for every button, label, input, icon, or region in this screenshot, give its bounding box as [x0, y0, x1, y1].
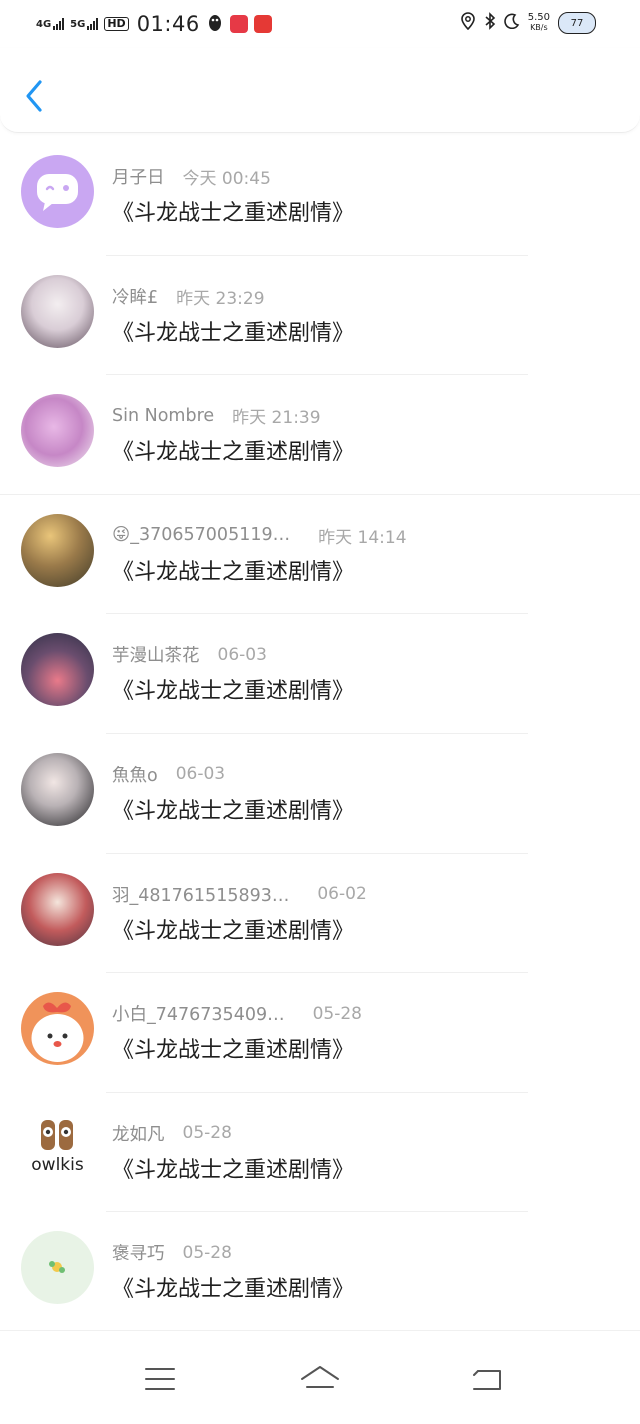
clock: 01:46: [136, 12, 200, 36]
sender-name: 羽_481761515893…: [112, 885, 290, 906]
back-button[interactable]: [20, 78, 50, 114]
flower-icon: [49, 1261, 65, 1274]
moon-icon: [504, 13, 520, 33]
message-item[interactable]: 月子日 今天 00:45 《斗龙战士之重述剧情》: [0, 136, 640, 256]
message-text: 《斗龙战士之重述剧情》: [112, 1157, 355, 1183]
sender-name: 褒寻巧: [112, 1244, 165, 1265]
avatar[interactable]: [21, 752, 94, 826]
hd-badge: HD: [104, 17, 129, 31]
sender-name: 月子日: [112, 168, 165, 188]
message-time: 昨天 14:14: [318, 527, 407, 548]
chat-bubble-icon: [37, 174, 78, 211]
sender-name: 魚魚o: [112, 765, 158, 786]
toutiao-icon: [253, 15, 272, 33]
message-text: 《斗龙战士之重述剧情》: [112, 798, 355, 824]
name-row: 月子日 今天 00:45: [112, 164, 271, 189]
net-label-1: 4G: [36, 19, 52, 30]
app-notification-icon: [229, 15, 248, 33]
avatar[interactable]: [21, 513, 94, 587]
sender-name: 😜_370657005119…: [112, 525, 291, 546]
message-item[interactable]: 小白_7476735409… 05-28 《斗龙战士之重述剧情》: [0, 973, 640, 1093]
name-row: 龙如凡 05-28: [112, 1121, 232, 1146]
message-text: 《斗龙战士之重述剧情》: [112, 201, 355, 226]
location-icon: [460, 12, 476, 34]
message-text: 《斗龙战士之重述剧情》: [112, 679, 355, 705]
bluetooth-icon: [484, 12, 496, 34]
status-right: 5.50 KB/s 77: [460, 12, 596, 34]
avatar[interactable]: [21, 633, 94, 707]
message-item[interactable]: owlkis 龙如凡 05-28 《斗龙战士之重述剧情》: [0, 1093, 640, 1213]
name-row: Sin Nombre 昨天 21:39: [112, 403, 321, 429]
signal-5g: 5G: [70, 18, 99, 30]
avatar[interactable]: [21, 872, 94, 946]
message-time: 05-28: [182, 1242, 232, 1263]
return-icon: [473, 1370, 501, 1390]
message-text: 《斗龙战士之重述剧情》: [112, 1038, 355, 1064]
message-time: 05-28: [312, 1003, 362, 1024]
message-time: 05-28: [182, 1123, 232, 1144]
signal-bars-icon: [53, 18, 65, 30]
status-bar: 4G 5G HD 01:46 5.50 KB/s 77: [0, 0, 640, 48]
net-label-2: 5G: [70, 19, 86, 30]
name-row: 小白_7476735409… 05-28: [112, 1001, 362, 1026]
sender-name: 冷眸£: [112, 287, 159, 308]
home-icon: [301, 1366, 339, 1388]
chevron-left-icon: [26, 80, 42, 112]
puppy-avatar-icon: [31, 1002, 84, 1063]
system-navigation-bar: [0, 1330, 640, 1424]
message-item[interactable]: 魚魚o 06-03 《斗龙战士之重述剧情》: [0, 734, 640, 854]
message-item[interactable]: 冷眸£ 昨天 23:29 《斗龙战士之重述剧情》: [0, 256, 640, 376]
status-left: 4G 5G HD 01:46: [36, 12, 272, 36]
speed-value: 5.50: [527, 12, 550, 23]
message-time: 昨天 23:29: [176, 288, 265, 309]
avatar[interactable]: [21, 274, 94, 348]
avatar[interactable]: [21, 1231, 94, 1305]
network-speed: 5.50 KB/s: [528, 13, 550, 33]
name-row: 褒寻巧 05-28: [112, 1240, 232, 1265]
battery-indicator: 77: [558, 12, 596, 34]
message-item[interactable]: 羽_481761515893… 06-02 《斗龙战士之重述剧情》: [0, 854, 640, 974]
message-time: 昨天 21:39: [232, 408, 321, 429]
sender-name: 龙如凡: [112, 1124, 165, 1145]
message-text: 《斗龙战士之重述剧情》: [112, 918, 355, 944]
owlkis-logo-text: owlkis: [31, 1155, 84, 1175]
return-button[interactable]: [464, 1359, 512, 1399]
avatar[interactable]: [21, 155, 94, 228]
avatar[interactable]: owlkis: [21, 1111, 94, 1185]
signal-4g: 4G: [36, 18, 65, 30]
name-row: 😜_370657005119… 昨天 14:14: [112, 523, 407, 548]
name-row: 魚魚o 06-03: [112, 762, 225, 787]
name-row: 羽_481761515893… 06-02: [112, 882, 367, 907]
message-text: 《斗龙战士之重述剧情》: [112, 1277, 355, 1303]
top-navigation-bar: [0, 48, 640, 133]
message-item[interactable]: 芋漫山茶花 06-03 《斗龙战士之重述剧情》: [0, 614, 640, 734]
message-text: 《斗龙战士之重述剧情》: [112, 440, 355, 466]
avatar[interactable]: [21, 992, 94, 1066]
message-item[interactable]: 褒寻巧 05-28 《斗龙战士之重述剧情》: [0, 1212, 640, 1332]
message-list: 月子日 今天 00:45 《斗龙战士之重述剧情》 冷眸£ 昨天 23:29 《斗…: [0, 136, 640, 1332]
message-time: 06-03: [217, 644, 267, 665]
home-button[interactable]: [296, 1359, 344, 1399]
message-time: 06-02: [317, 884, 367, 905]
message-time: 06-03: [175, 764, 226, 785]
menu-button[interactable]: [136, 1359, 184, 1399]
message-time: 今天 00:45: [182, 169, 271, 189]
signal-bars-icon: [87, 18, 99, 30]
avatar[interactable]: [21, 394, 94, 468]
owl-logo-icon: owlkis: [31, 1119, 84, 1175]
menu-icon: [145, 1368, 175, 1390]
message-item[interactable]: Sin Nombre 昨天 21:39 《斗龙战士之重述剧情》: [0, 375, 640, 495]
message-item[interactable]: 😜_370657005119… 昨天 14:14 《斗龙战士之重述剧情》: [0, 495, 640, 615]
message-text: 《斗龙战士之重述剧情》: [112, 559, 355, 585]
name-row: 冷眸£ 昨天 23:29: [112, 284, 265, 309]
speed-unit: KB/s: [530, 23, 548, 32]
message-text: 《斗龙战士之重述剧情》: [112, 320, 355, 346]
sender-name: 芋漫山茶花: [112, 646, 200, 667]
name-row: 芋漫山茶花 06-03: [112, 642, 267, 667]
sender-name: Sin Nombre: [112, 405, 215, 426]
sender-name: 小白_7476735409…: [112, 1005, 285, 1026]
qq-penguin-icon: [206, 12, 224, 36]
